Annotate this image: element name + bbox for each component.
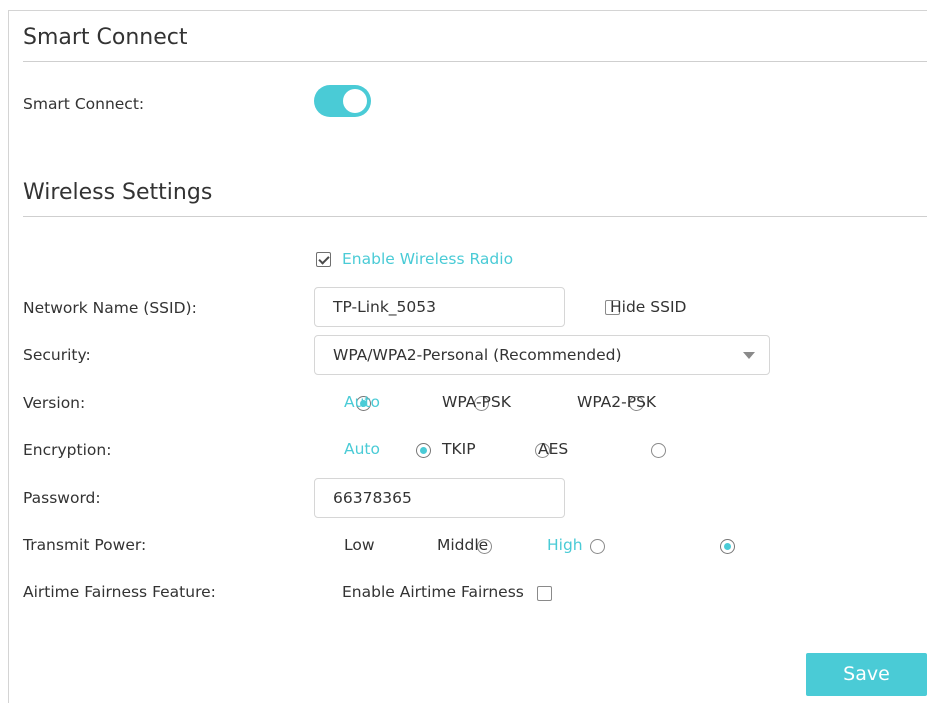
wireless-settings-section-title: Wireless Settings	[23, 180, 213, 205]
section-divider	[23, 216, 927, 217]
toggle-knob	[343, 89, 367, 113]
security-select-value: WPA/WPA2-Personal (Recommended)	[333, 346, 622, 364]
airtime-fairness-label: Airtime Fairness Feature:	[23, 583, 216, 601]
encryption-option-tkip-label[interactable]: TKIP	[442, 440, 476, 458]
transmit-power-option-low-label[interactable]: Low	[344, 536, 375, 554]
section-divider	[23, 61, 927, 62]
transmit-power-label: Transmit Power:	[23, 536, 147, 554]
encryption-option-aes-label[interactable]: AES	[538, 440, 568, 458]
smart-connect-section-title: Smart Connect	[23, 25, 188, 50]
airtime-fairness-checkbox[interactable]	[537, 586, 553, 601]
smart-connect-toggle[interactable]	[314, 85, 371, 117]
transmit-power-option-middle-label[interactable]: Middle	[437, 536, 488, 554]
enable-wireless-radio-checkbox[interactable]	[316, 252, 331, 267]
encryption-option-auto-label[interactable]: Auto	[344, 440, 380, 458]
security-label: Security:	[23, 346, 91, 364]
version-label: Version:	[23, 394, 86, 412]
version-option-wpa2-psk-label[interactable]: WPA2-PSK	[577, 393, 656, 411]
encryption-label: Encryption:	[23, 441, 112, 459]
smart-connect-label: Smart Connect:	[23, 95, 145, 113]
transmit-power-option-high-label[interactable]: High	[547, 536, 583, 554]
ssid-input[interactable]: TP-Link_5053	[314, 287, 565, 327]
encryption-radio-aes[interactable]	[650, 443, 666, 458]
hide-ssid-label[interactable]: Hide SSID	[610, 298, 686, 316]
security-select[interactable]: WPA/WPA2-Personal (Recommended)	[314, 335, 770, 375]
password-label: Password:	[23, 489, 101, 507]
transmit-power-radio-high[interactable]	[719, 539, 735, 554]
ssid-label: Network Name (SSID):	[23, 299, 197, 317]
version-option-auto-label[interactable]: Auto	[344, 393, 380, 411]
transmit-power-radio-middle[interactable]	[589, 539, 605, 554]
password-input[interactable]: 66378365	[314, 478, 565, 518]
version-option-wpa-psk-label[interactable]: WPA-PSK	[442, 393, 511, 411]
airtime-fairness-checkbox-label[interactable]: Enable Airtime Fairness	[342, 583, 524, 601]
chevron-down-icon	[743, 352, 755, 359]
enable-wireless-radio-label[interactable]: Enable Wireless Radio	[342, 250, 513, 268]
save-button[interactable]: Save	[806, 653, 927, 696]
